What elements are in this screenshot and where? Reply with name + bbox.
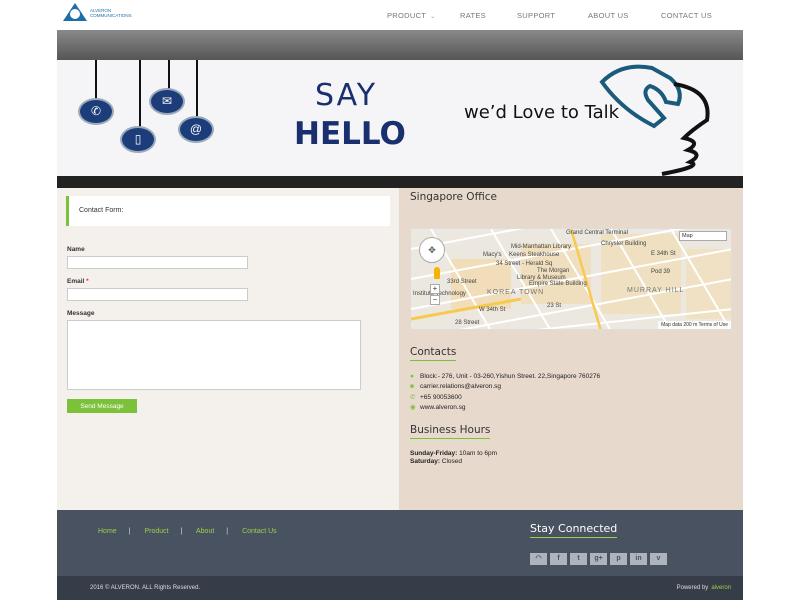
- facebook-icon[interactable]: f: [550, 553, 567, 565]
- address-row: ● Block:- 276, Unit - 03-260,Yishun Stree…: [410, 373, 601, 380]
- office-map[interactable]: Grand Central Terminal Mid-Manhattan Lib…: [410, 228, 732, 330]
- contact-form-title: Contact Form:: [79, 207, 124, 214]
- footer-link-about[interactable]: About: [196, 528, 214, 535]
- banner-hello: HELLO: [294, 116, 406, 152]
- google-plus-icon[interactable]: g+: [590, 553, 607, 565]
- name-label: Name: [67, 246, 85, 253]
- site-footer: Home | Product | About | Contact Us Stay Co…: [57, 510, 743, 576]
- phone-small-icon: ✆: [410, 394, 416, 401]
- phone-icon: ✆: [78, 98, 114, 125]
- footer-link-home[interactable]: Home: [98, 528, 117, 535]
- pinterest-icon[interactable]: p: [610, 553, 627, 565]
- copyright-bar: 2016 © ALVERON. ALL Rights Reserved. Pow…: [57, 576, 743, 600]
- phone-row[interactable]: ✆ +65 90053600: [410, 393, 462, 401]
- location-icon: ●: [410, 373, 414, 380]
- contacts-title: Contacts: [410, 346, 457, 361]
- globe-icon: ◉: [410, 404, 416, 411]
- nav-rates[interactable]: RATES: [460, 11, 486, 20]
- map-footer: Map data 200 m Terms of Use: [658, 321, 731, 329]
- office-title: Singapore Office: [410, 191, 497, 203]
- site-header: ALVERON COMMUNICATIONS PRODUCT ⌄ RATES SU…: [0, 0, 800, 30]
- social-icons: ◠ f t g+ p in v: [530, 547, 670, 565]
- banner-top-strip: [57, 30, 743, 60]
- weekday-hours: Sunday-Friday: 10am to 6pm: [410, 450, 498, 457]
- rss-icon[interactable]: ◠: [530, 553, 547, 565]
- business-hours-title: Business Hours: [410, 424, 491, 439]
- nav-contact-us[interactable]: CONTACT US: [661, 11, 712, 20]
- mobile-icon: ▯: [120, 126, 156, 153]
- site-logo[interactable]: ALVERON COMMUNICATIONS: [63, 3, 143, 25]
- footer-links: Home | Product | About | Contact Us: [98, 528, 277, 535]
- powered-brand-link[interactable]: alveron: [711, 585, 731, 591]
- logo-text: ALVERON COMMUNICATIONS: [90, 8, 132, 18]
- message-label: Message: [67, 310, 95, 317]
- linkedin-icon[interactable]: in: [630, 553, 647, 565]
- email-row[interactable]: ■ carrier.relations@alveron.sg: [410, 383, 501, 390]
- email-input[interactable]: [67, 288, 248, 301]
- saturday-hours: Saturday: Closed: [410, 458, 463, 465]
- map-pan-control[interactable]: ✥: [419, 237, 445, 263]
- message-textarea[interactable]: [67, 320, 361, 390]
- hero-banner: ✆ ▯ ✉ @ SAY HELLO we’d Love to Talk: [57, 60, 743, 176]
- vimeo-icon[interactable]: v: [650, 553, 667, 565]
- nav-product[interactable]: PRODUCT ⌄: [387, 11, 436, 20]
- mail-icon: ✉: [149, 88, 185, 115]
- at-icon: @: [178, 116, 214, 143]
- contact-form-column: Contact Form: Name Email * Message Send …: [57, 188, 400, 510]
- map-type-select[interactable]: Map: [679, 231, 727, 241]
- footer-link-product[interactable]: Product: [144, 528, 168, 535]
- website-row[interactable]: ◉ www.alveron.sg: [410, 403, 466, 411]
- chevron-down-icon: ⌄: [430, 14, 436, 20]
- email-label: Email *: [67, 278, 89, 285]
- banner-bottom-strip: [57, 176, 743, 188]
- contact-form-header: Contact Form:: [66, 196, 390, 226]
- stay-connected-title: Stay Connected: [530, 522, 618, 538]
- powered-by: Powered by alveron: [676, 585, 731, 591]
- nav-support[interactable]: SUPPORT: [517, 11, 555, 20]
- send-message-button[interactable]: Send Message: [67, 399, 137, 413]
- logo-icon: [63, 3, 87, 21]
- copyright-text: 2016 © ALVERON. ALL Rights Reserved.: [90, 585, 201, 591]
- name-input[interactable]: [67, 256, 248, 269]
- main-content: Contact Form: Name Email * Message Send …: [57, 188, 743, 510]
- envelope-icon: ■: [410, 383, 414, 390]
- street-view-icon[interactable]: [434, 267, 440, 279]
- telephone-handset-icon: [599, 64, 710, 176]
- twitter-icon[interactable]: t: [570, 553, 587, 565]
- map-zoom-out[interactable]: −: [430, 295, 440, 305]
- map-zoom-in[interactable]: +: [430, 284, 440, 294]
- footer-link-contact-us[interactable]: Contact Us: [242, 528, 277, 535]
- nav-about-us[interactable]: ABOUT US: [588, 11, 629, 20]
- banner-say: SAY: [315, 78, 378, 113]
- office-info-column: Singapore Office Grand Central Terminal …: [400, 188, 743, 510]
